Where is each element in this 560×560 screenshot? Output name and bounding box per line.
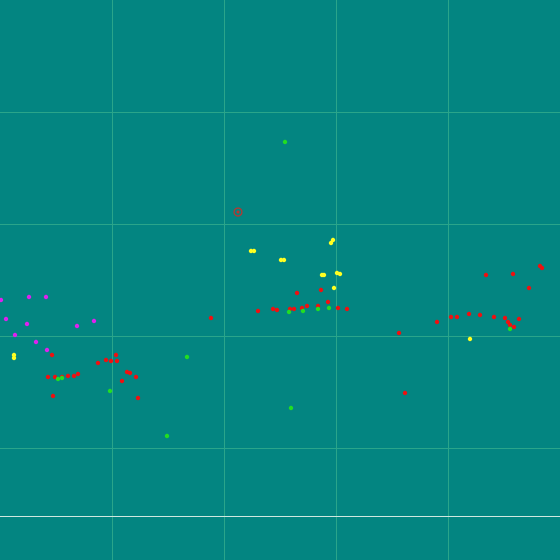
point-magenta <box>74 323 80 329</box>
point-red <box>50 393 56 399</box>
point-red <box>448 314 454 320</box>
point-red <box>274 307 280 313</box>
point-green <box>59 375 65 381</box>
point-red <box>454 314 460 320</box>
point-red <box>49 352 55 358</box>
point-red <box>304 303 310 309</box>
point-red <box>539 265 545 271</box>
point-red <box>325 299 331 305</box>
point-magenta <box>24 321 30 327</box>
point-red <box>103 357 109 363</box>
point-red <box>318 287 324 293</box>
point-red <box>335 305 341 311</box>
point-red <box>75 371 81 377</box>
point-red <box>402 390 408 396</box>
point-green <box>107 388 113 394</box>
point-red <box>127 370 133 376</box>
point-green <box>184 354 190 360</box>
point-red <box>133 374 139 380</box>
point-yellow <box>251 248 257 254</box>
point-red <box>95 360 101 366</box>
point-magenta <box>12 332 18 338</box>
point-red <box>511 324 517 330</box>
point-red <box>510 271 516 277</box>
point-magenta <box>44 347 50 353</box>
point-red <box>526 285 532 291</box>
point-yellow <box>467 336 473 342</box>
point-red <box>294 290 300 296</box>
point-green <box>507 326 513 332</box>
point-red <box>45 374 51 380</box>
point-magenta <box>26 294 32 300</box>
point-green <box>288 405 294 411</box>
point-red <box>114 358 120 364</box>
point-red <box>507 322 513 328</box>
point-red <box>255 308 261 314</box>
point-red <box>516 316 522 322</box>
point-yellow <box>281 257 287 263</box>
point-green <box>164 433 170 439</box>
point-green <box>315 306 321 312</box>
point-red <box>108 358 114 364</box>
point-yellow <box>337 271 343 277</box>
point-red <box>344 306 350 312</box>
point-red <box>483 272 489 278</box>
point-red <box>477 312 483 318</box>
point-green <box>286 309 292 315</box>
point-magenta <box>3 316 9 322</box>
point-green <box>300 308 306 314</box>
point-red <box>208 315 214 321</box>
point-magenta <box>33 339 39 345</box>
point-yellow <box>331 285 337 291</box>
point-green <box>282 139 288 145</box>
point-red <box>135 395 141 401</box>
point-magenta <box>43 294 49 300</box>
point-red <box>291 306 297 312</box>
target-dot-icon <box>236 210 240 214</box>
point-red <box>270 306 276 312</box>
point-red <box>113 352 119 358</box>
point-red <box>71 373 77 379</box>
point-red <box>491 314 497 320</box>
point-yellow <box>330 237 336 243</box>
point-red <box>466 311 472 317</box>
point-yellow <box>11 355 17 361</box>
point-red <box>65 373 71 379</box>
point-green <box>326 305 332 311</box>
map-view[interactable] <box>0 0 560 560</box>
point-red <box>434 319 440 325</box>
point-red <box>396 330 402 336</box>
point-red <box>502 315 508 321</box>
point-red <box>119 378 125 384</box>
point-yellow <box>321 272 327 278</box>
map-background <box>0 0 560 560</box>
point-green <box>55 376 61 382</box>
point-magenta <box>91 318 97 324</box>
